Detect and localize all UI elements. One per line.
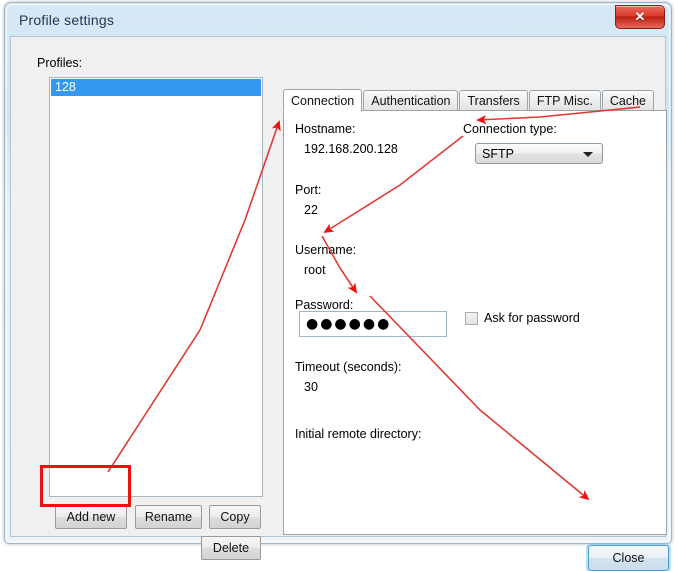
window-title: Profile settings	[19, 12, 115, 28]
copy-button[interactable]: Copy	[209, 505, 261, 529]
close-x-icon: ✕	[634, 9, 646, 24]
port-value[interactable]: 22	[304, 203, 318, 217]
password-masked-value: ●●●●●●	[306, 316, 392, 332]
profile-settings-window: Profile settings ✕ Profiles: 128 Add new…	[4, 2, 672, 571]
chevron-down-icon	[583, 152, 593, 157]
tab-strip: Connection Authentication Transfers FTP …	[283, 89, 667, 112]
connection-type-combo[interactable]: SFTP	[475, 143, 603, 164]
profiles-list[interactable]: 128	[49, 77, 263, 497]
dialog-client-area: Profiles: 128 Add new Rename Copy Delete…	[10, 36, 669, 571]
window-close-button[interactable]: ✕	[615, 5, 665, 29]
connection-type-label: Connection type:	[463, 122, 557, 136]
connection-type-value: SFTP	[482, 147, 514, 161]
profiles-label: Profiles:	[37, 56, 83, 70]
timeout-label: Timeout (seconds):	[295, 360, 402, 374]
password-field[interactable]: ●●●●●●	[299, 311, 447, 337]
list-item[interactable]: 128	[51, 79, 261, 96]
initial-remote-directory-label: Initial remote directory:	[295, 427, 422, 441]
tab-ftp-misc[interactable]: FTP Misc.	[528, 90, 601, 111]
add-new-button[interactable]: Add new	[55, 505, 127, 529]
tab-connection[interactable]: Connection	[283, 89, 363, 112]
tab-authentication[interactable]: Authentication	[363, 90, 459, 111]
port-label: Port:	[295, 183, 322, 197]
hostname-label: Hostname:	[295, 122, 356, 136]
tab-transfers[interactable]: Transfers	[459, 90, 528, 111]
rename-button[interactable]: Rename	[135, 505, 202, 529]
ask-for-password-checkbox[interactable]: Ask for password	[465, 311, 580, 325]
checkbox-box-icon	[465, 311, 478, 325]
username-label: Username:	[295, 243, 357, 257]
hostname-value[interactable]: 192.168.200.128	[304, 142, 398, 156]
tab-cache[interactable]: Cache	[601, 90, 654, 111]
title-bar: Profile settings ✕	[5, 3, 671, 39]
timeout-value[interactable]: 30	[304, 380, 318, 394]
username-value[interactable]: root	[304, 263, 326, 277]
password-label: Password:	[295, 298, 354, 312]
ask-for-password-label: Ask for password	[484, 311, 580, 325]
delete-button[interactable]: Delete	[201, 536, 261, 560]
